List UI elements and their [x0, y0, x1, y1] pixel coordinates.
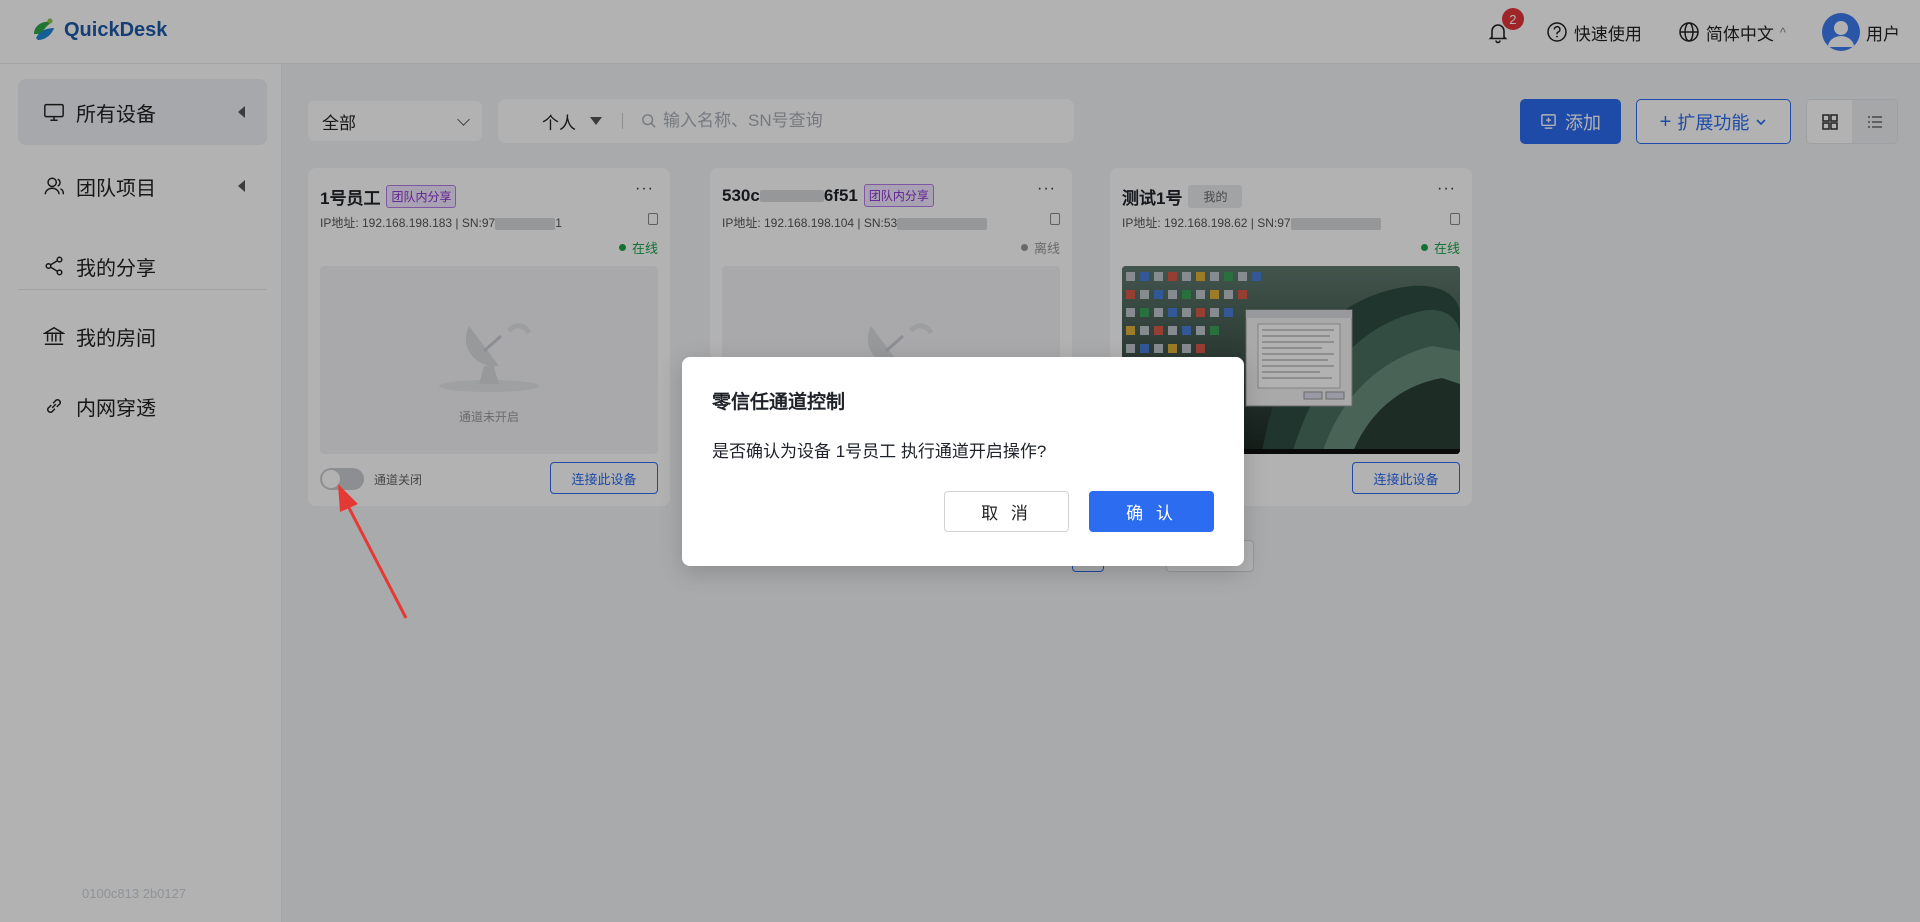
confirm-dialog: 零信任通道控制 是否确认为设备 1号员工 执行通道开启操作? 取 消 确 认 [682, 357, 1244, 566]
annotation-arrow-icon [338, 484, 408, 619]
cancel-button[interactable]: 取 消 [944, 491, 1069, 532]
dialog-message: 是否确认为设备 1号员工 执行通道开启操作? [712, 442, 1047, 461]
confirm-button[interactable]: 确 认 [1089, 491, 1214, 532]
dialog-title: 零信任通道控制 [712, 392, 846, 413]
